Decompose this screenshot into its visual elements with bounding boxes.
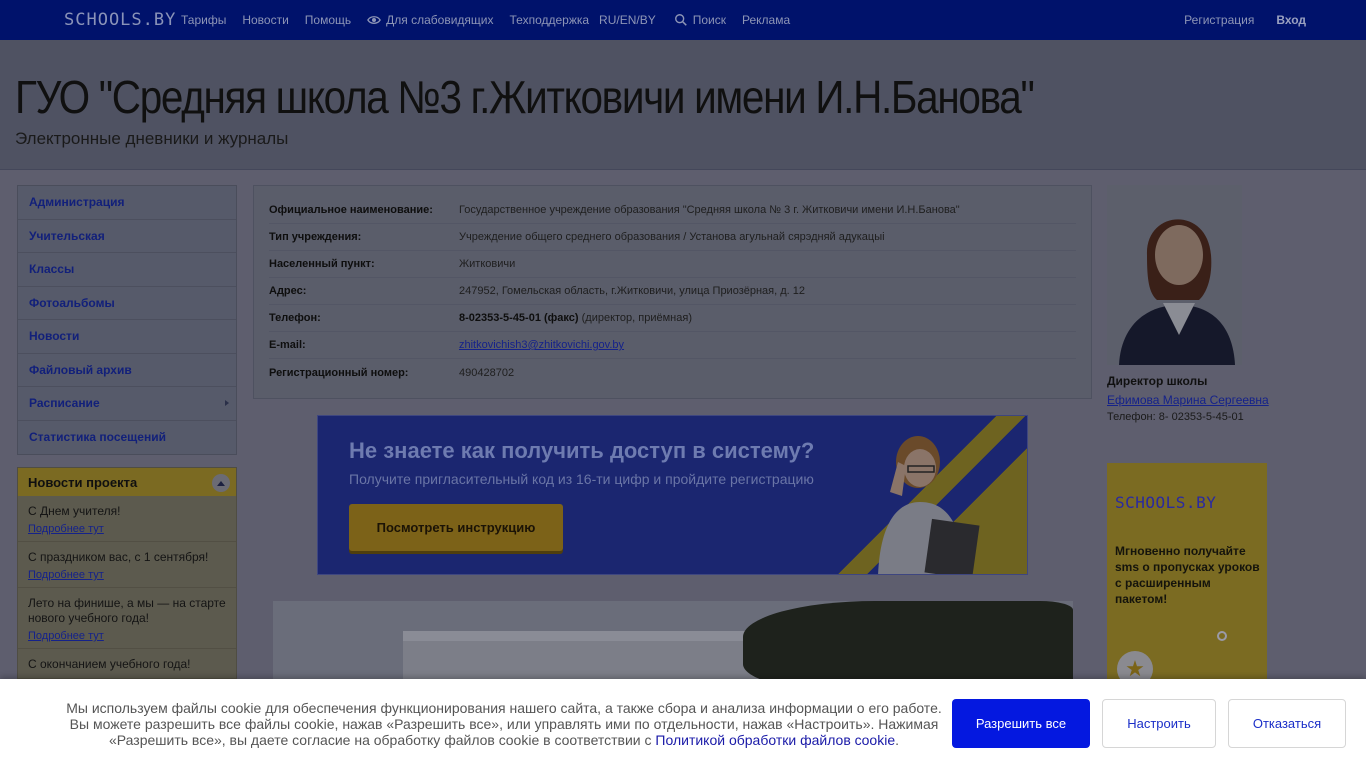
sidebar-item-schedule[interactable]: Расписание <box>18 387 236 421</box>
info-key: Адрес: <box>269 285 307 297</box>
nav-news[interactable]: Новости <box>242 13 288 27</box>
login-link[interactable]: Вход <box>1276 13 1306 27</box>
cookie-policy-link[interactable]: Политикой обработки файлов cookie <box>655 732 895 748</box>
allow-all-button[interactable]: Разрешить все <box>952 699 1090 748</box>
nav-tariffs[interactable]: Тарифы <box>181 13 226 27</box>
info-key: Регистрационный номер: <box>269 366 409 379</box>
project-news-header: Новости проекта <box>18 468 236 496</box>
sms-ad-banner[interactable]: SCHOOLS.BY Мгновенно получайте sms о про… <box>1107 463 1267 693</box>
news-more-link[interactable]: Подробнее тут <box>28 523 226 535</box>
info-key: Официальное наименование: <box>269 204 433 216</box>
info-value: zhitkovichish3@zhitkovichi.gov.by <box>459 339 624 351</box>
top-nav-menu: Тарифы Новости Помощь Для слабовидящих Т… <box>181 0 806 40</box>
info-row: Регистрационный номер: 490428702 <box>269 359 1076 386</box>
sidebar-menu: Администрация Учительская Классы Фотоаль… <box>17 185 237 455</box>
sidebar-item-classes[interactable]: Классы <box>18 253 236 287</box>
director-photo <box>1107 185 1242 365</box>
photo-tree <box>743 601 1073 691</box>
configure-button[interactable]: Настроить <box>1102 699 1216 748</box>
news-entry: Лето на финише, а мы — на старте нового … <box>18 588 236 649</box>
phone-note: (директор, приёмная) <box>578 312 692 324</box>
auth-links: Регистрация Вход <box>1184 0 1306 40</box>
info-row: Тип учреждения: Учреждение общего средне… <box>269 224 1076 251</box>
info-key: E-mail: <box>269 339 306 351</box>
cookie-text-tail: . <box>895 732 900 748</box>
sidebar-item-visit-statistics[interactable]: Статистика посещений <box>18 421 236 455</box>
info-value: Житковичи <box>459 258 516 270</box>
sidebar-item-news[interactable]: Новости <box>18 320 236 354</box>
school-header: ГУО "Средняя школа №3 г.Житковичи имени … <box>0 40 1366 170</box>
site-logo[interactable]: SCHOOLS.BY <box>64 10 176 30</box>
info-key: Населенный пункт: <box>269 258 375 270</box>
info-value: Государственное учреждение образования "… <box>459 204 960 216</box>
news-entry-title: С Днем учителя! <box>28 504 121 518</box>
access-instruction-banner[interactable]: Не знаете как получить доступ в систему?… <box>317 415 1028 575</box>
nav-visually-impaired[interactable]: Для слабовидящих <box>367 13 494 27</box>
cookie-consent-bar: Мы используем файлы cookie для обеспечен… <box>0 679 1366 768</box>
sidebar-item-file-archive[interactable]: Файловый архив <box>18 354 236 387</box>
ad-logo: SCHOOLS.BY <box>1115 493 1217 512</box>
news-entry-title: С праздником вас, с 1 сентября! <box>28 550 209 564</box>
news-entry: С окончанием учебного года! <box>18 649 236 679</box>
info-value: Учреждение общего среднего образования /… <box>459 231 885 243</box>
info-row: Адрес: 247952, Гомельская область, г.Жит… <box>269 278 1076 305</box>
search-icon <box>674 14 687 26</box>
eye-icon <box>367 16 382 24</box>
view-instruction-button[interactable]: Посмотреть инструкцию <box>349 504 563 551</box>
nav-visually-impaired-label: Для слабовидящих <box>386 13 494 27</box>
director-phone: Телефон: 8- 02353-5-45-01 <box>1107 411 1244 423</box>
language-switcher[interactable]: RU/EN/BY <box>599 13 656 27</box>
top-navigation: SCHOOLS.BY Тарифы Новости Помощь Для сла… <box>0 0 1366 40</box>
email-link[interactable]: zhitkovichish3@zhitkovichi.gov.by <box>459 339 624 351</box>
news-entry-title: Лето на финише, а мы — на старте нового … <box>28 596 226 625</box>
director-portrait <box>1107 185 1242 365</box>
info-row: E-mail: zhitkovichish3@zhitkovichi.gov.b… <box>269 332 1076 359</box>
info-value: 8-02353-5-45-01 (факс) (директор, приёмн… <box>459 312 692 324</box>
nav-search-label: Поиск <box>692 13 726 27</box>
sidebar-item-schedule-label: Расписание <box>29 396 100 411</box>
project-news-title: Новости проекта <box>28 474 138 490</box>
banner-heading: Не знаете как получить доступ в систему? <box>349 438 815 463</box>
school-info-table: Официальное наименование: Государственно… <box>253 185 1092 399</box>
nav-help[interactable]: Помощь <box>305 13 351 27</box>
banner-subheading: Получите пригласительный код из 16-ти ци… <box>349 471 814 487</box>
info-row: Населенный пункт: Житковичи <box>269 251 1076 278</box>
nav-search[interactable]: Поиск <box>674 13 726 27</box>
chevron-right-icon <box>225 400 229 406</box>
phone-number: 8-02353-5-45-01 (факс) <box>459 312 579 324</box>
info-row: Телефон: 8-02353-5-45-01 (факс) (директо… <box>269 305 1076 332</box>
refuse-button[interactable]: Отказаться <box>1228 699 1346 748</box>
nav-advertising[interactable]: Реклама <box>742 13 790 27</box>
info-key: Телефон: <box>269 312 321 324</box>
sidebar-item-administration[interactable]: Администрация <box>18 186 236 220</box>
register-link[interactable]: Регистрация <box>1184 13 1254 27</box>
sidebar-item-teachers-room[interactable]: Учительская <box>18 220 236 253</box>
news-more-link[interactable]: Подробнее тут <box>28 630 226 642</box>
collapse-toggle-icon[interactable] <box>212 474 230 492</box>
info-value: 247952, Гомельская область, г.Житковичи,… <box>459 285 806 297</box>
page-subtitle: Электронные дневники и журналы <box>15 129 289 148</box>
news-entry: С праздником вас, с 1 сентября! Подробне… <box>18 542 236 588</box>
news-entry-title: С окончанием учебного года! <box>28 657 191 671</box>
info-row: Официальное наименование: Государственно… <box>269 197 1076 224</box>
nav-support[interactable]: Техподдержка <box>510 13 590 27</box>
director-label: Директор школы <box>1107 374 1208 388</box>
project-news-panel: Новости проекта С Днем учителя! Подробне… <box>17 467 237 697</box>
news-more-link[interactable]: Подробнее тут <box>28 569 226 581</box>
info-value: 490428702 <box>459 366 515 379</box>
page-title: ГУО "Средняя школа №3 г.Житковичи имени … <box>15 71 1035 123</box>
banner-woman-illustration <box>878 436 980 574</box>
news-entry: С Днем учителя! Подробнее тут <box>18 496 236 542</box>
school-photo <box>273 601 1073 691</box>
ad-ring-decoration <box>1217 631 1227 641</box>
director-name-link[interactable]: Ефимова Марина Сергеевна <box>1107 393 1269 407</box>
sidebar-item-photo-albums[interactable]: Фотоальбомы <box>18 287 236 320</box>
cookie-text: Мы используем файлы cookie для обеспечен… <box>60 700 948 748</box>
info-key: Тип учреждения: <box>269 231 362 243</box>
ad-text: Мгновенно получайте sms о пропусках урок… <box>1115 544 1260 606</box>
